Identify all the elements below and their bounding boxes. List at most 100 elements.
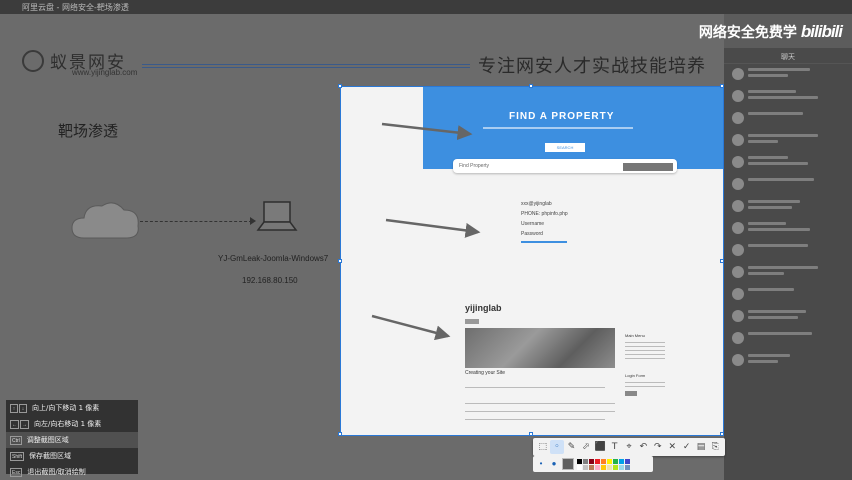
color-palette	[577, 458, 630, 470]
network-link-line	[140, 221, 252, 222]
chat-message-body	[748, 266, 848, 278]
sidebar-line	[625, 346, 665, 347]
find-property-button[interactable]	[623, 163, 673, 171]
chat-message[interactable]	[724, 262, 852, 284]
save-icon[interactable]: ▤	[694, 440, 707, 454]
chat-text-line	[748, 332, 812, 335]
redo-icon[interactable]: ↷	[651, 440, 664, 454]
blog-text-line	[465, 419, 605, 420]
find-property-card: Find Property	[453, 159, 677, 173]
cancel-icon[interactable]: ✕	[666, 440, 679, 454]
chat-message[interactable]	[724, 350, 852, 372]
chat-message[interactable]	[724, 284, 852, 306]
color-swatch[interactable]	[601, 458, 606, 464]
info-row: xxx@yijinglab	[521, 201, 552, 207]
color-swatch[interactable]	[613, 458, 618, 464]
chat-text-line	[748, 162, 808, 165]
current-color-swatch[interactable]	[562, 458, 574, 470]
color-swatch[interactable]	[577, 464, 582, 470]
color-swatch[interactable]	[595, 458, 600, 464]
blog-text-line	[465, 387, 605, 388]
chat-message[interactable]	[724, 196, 852, 218]
brand-url: www.yijinglab.com	[72, 68, 138, 77]
color-swatch[interactable]	[607, 464, 612, 470]
color-swatch[interactable]	[583, 464, 588, 470]
resize-handle-se[interactable]	[720, 432, 724, 436]
resize-handle-sw[interactable]	[338, 432, 342, 436]
color-swatch[interactable]	[589, 464, 594, 470]
color-swatch[interactable]	[619, 458, 624, 464]
resize-handle-ne[interactable]	[720, 84, 724, 88]
bilibili-logo: bilibili	[800, 22, 843, 41]
mosaic-tool-icon[interactable]: ⬛	[594, 440, 607, 454]
confirm-icon[interactable]: ✓	[680, 440, 693, 454]
hero-search-button[interactable]: SEARCH	[545, 143, 585, 152]
undo-icon[interactable]: ↶	[637, 440, 650, 454]
chat-message[interactable]	[724, 174, 852, 196]
chat-message[interactable]	[724, 130, 852, 152]
hint-text: 向上/向下移动 1 像素	[32, 404, 100, 412]
color-swatch[interactable]	[595, 464, 600, 470]
chat-message-body	[748, 112, 848, 118]
chat-avatar-icon	[732, 112, 744, 124]
resize-handle-n[interactable]	[529, 84, 533, 88]
color-swatch[interactable]	[577, 458, 582, 464]
screenshot-capture-region[interactable]: FIND A PROPERTY SEARCH Find Property xxx…	[338, 84, 724, 436]
hint-row: ↑ ↓ 向上/向下移动 1 像素	[6, 400, 138, 416]
text-tool-icon[interactable]: T	[608, 440, 621, 454]
watermark-text: 网络安全免费学	[698, 25, 797, 41]
find-property-label: Find Property	[459, 163, 490, 169]
chat-message[interactable]	[724, 306, 852, 328]
pen-tool-icon[interactable]: ✎	[565, 440, 578, 454]
chat-message-body	[748, 156, 848, 168]
pen-size-small[interactable]: •	[536, 459, 546, 469]
chat-message-body	[748, 288, 848, 294]
color-swatch[interactable]	[613, 464, 618, 470]
rect-tool-icon[interactable]: ⬚	[536, 440, 549, 454]
chat-message[interactable]	[724, 218, 852, 240]
resize-handle-w[interactable]	[338, 259, 342, 263]
chat-message[interactable]	[724, 328, 852, 350]
ellipse-tool-icon[interactable]: ◦	[550, 440, 564, 454]
keycap: ←	[10, 419, 19, 429]
chat-text-line	[748, 206, 792, 209]
chat-message[interactable]	[724, 240, 852, 262]
hero-subtitle-line	[483, 127, 633, 129]
chat-message[interactable]	[724, 108, 852, 130]
resize-handle-s[interactable]	[529, 432, 533, 436]
chat-avatar-icon	[732, 134, 744, 146]
keycap: ↑	[10, 403, 18, 413]
sidebar-line	[625, 354, 665, 355]
color-swatch[interactable]	[619, 464, 624, 470]
sidebar-login-button[interactable]	[625, 391, 637, 396]
resize-handle-e[interactable]	[720, 259, 724, 263]
color-swatch[interactable]	[583, 458, 588, 464]
chat-text-line	[748, 310, 806, 313]
resize-handle-nw[interactable]	[338, 84, 342, 88]
color-swatch[interactable]	[601, 464, 606, 470]
hint-row: Ctrl 调整截图区域	[6, 432, 138, 448]
blog-post-title[interactable]: Creating your Site	[465, 370, 505, 376]
color-swatch[interactable]	[625, 458, 630, 464]
color-swatch[interactable]	[625, 464, 630, 470]
chat-message[interactable]	[724, 86, 852, 108]
pin-tool-icon[interactable]: ⌖	[622, 440, 635, 454]
chat-text-line	[748, 316, 798, 319]
brand-logo-icon	[22, 49, 44, 72]
chat-text-line	[748, 272, 784, 275]
chat-message[interactable]	[724, 152, 852, 174]
info-link[interactable]	[521, 241, 567, 243]
color-swatch[interactable]	[589, 458, 594, 464]
target-host-ip: 192.168.80.150	[242, 276, 298, 285]
color-swatch[interactable]	[607, 458, 612, 464]
chat-message[interactable]	[724, 64, 852, 86]
arrow-tool-icon[interactable]: ⬀	[579, 440, 592, 454]
chat-message-body	[748, 354, 848, 366]
chat-list[interactable]	[724, 64, 852, 372]
window-tab-title[interactable]: 阿里云盘 - 网络安全-靶场渗透	[22, 2, 129, 13]
pen-size-large[interactable]: ●	[549, 459, 559, 469]
cloud-icon	[71, 202, 139, 239]
copy-icon[interactable]: ⎘	[709, 440, 722, 454]
chat-avatar-icon	[732, 178, 744, 190]
chat-avatar-icon	[732, 310, 744, 322]
